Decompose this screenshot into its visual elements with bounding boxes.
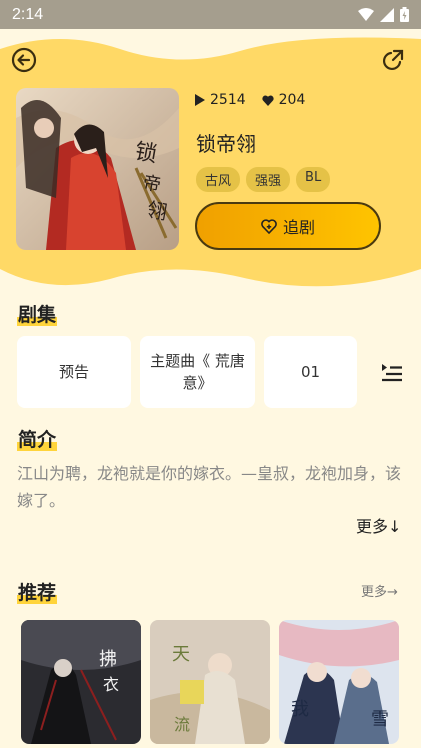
svg-text:帝: 帝	[141, 172, 162, 196]
recommend-card[interactable]: 我 雪	[279, 620, 399, 744]
recommend-card[interactable]: 拂 衣	[21, 620, 141, 744]
play-count: 2514	[195, 92, 246, 108]
episode-card[interactable]: 01	[264, 336, 357, 408]
svg-text:天: 天	[172, 644, 190, 665]
play-icon	[195, 94, 205, 106]
status-time: 2:14	[12, 5, 44, 23]
recommend-cover-image: 拂 衣	[21, 620, 141, 744]
like-count-value: 204	[278, 92, 306, 108]
playlist-icon	[382, 364, 402, 382]
episodes-section-title: 剧集	[17, 304, 58, 326]
episode-card[interactable]: 主题曲《 荒唐意》	[140, 336, 255, 408]
recommend-cover-image: 我 雪	[279, 620, 399, 744]
svg-text:我: 我	[291, 699, 309, 720]
svg-text:翎: 翎	[145, 197, 169, 224]
svg-text:拂: 拂	[99, 649, 117, 670]
recommend-card[interactable]: 天 流	[150, 620, 270, 744]
drama-stats: 2514 204	[195, 92, 317, 108]
svg-text:流: 流	[174, 715, 190, 734]
like-count: 204	[262, 92, 306, 108]
tag-list: 古风 强强 BL	[196, 167, 331, 192]
tag[interactable]: BL	[296, 167, 331, 192]
follow-button[interactable]: 追剧	[195, 202, 381, 250]
episode-label: 主题曲《 荒唐意》	[150, 352, 245, 392]
tag[interactable]: 古风	[196, 167, 241, 192]
wifi-icon	[358, 7, 374, 21]
battery-icon	[400, 7, 409, 22]
episode-label: 01	[300, 363, 321, 381]
episode-label: 预告	[58, 363, 89, 381]
svg-text:锁: 锁	[133, 139, 159, 167]
recommend-section-title: 推荐	[17, 582, 58, 604]
heart-icon	[262, 95, 274, 106]
recommend-more-link[interactable]: 更多→	[361, 581, 398, 600]
intro-text: 江山为聘，龙袍就是你的嫁衣。—皇叔，龙袍加身，该嫁了。	[17, 464, 402, 510]
back-arrow-icon	[11, 47, 37, 73]
signal-icon	[380, 7, 394, 22]
status-icons	[358, 7, 409, 22]
play-count-value: 2514	[210, 92, 246, 108]
drama-cover-image: 锁 帝 翎	[16, 88, 179, 250]
follow-label: 追剧	[282, 218, 315, 237]
tag[interactable]: 强强	[246, 167, 291, 192]
back-button[interactable]	[9, 45, 39, 75]
svg-text:雪: 雪	[371, 709, 389, 730]
heart-plus-icon	[261, 218, 277, 234]
playlist-button[interactable]	[380, 360, 404, 384]
episode-card[interactable]: 预告	[17, 336, 131, 408]
intro-more-button[interactable]: 更多↓	[356, 513, 401, 537]
intro-section-title: 简介	[17, 429, 58, 451]
drama-title: 锁帝翎	[196, 132, 256, 156]
recommend-cover-image: 天 流	[150, 620, 270, 744]
share-icon	[382, 49, 404, 71]
share-button[interactable]	[378, 45, 408, 75]
svg-text:衣: 衣	[103, 675, 119, 694]
status-bar: 2:14	[0, 0, 421, 29]
